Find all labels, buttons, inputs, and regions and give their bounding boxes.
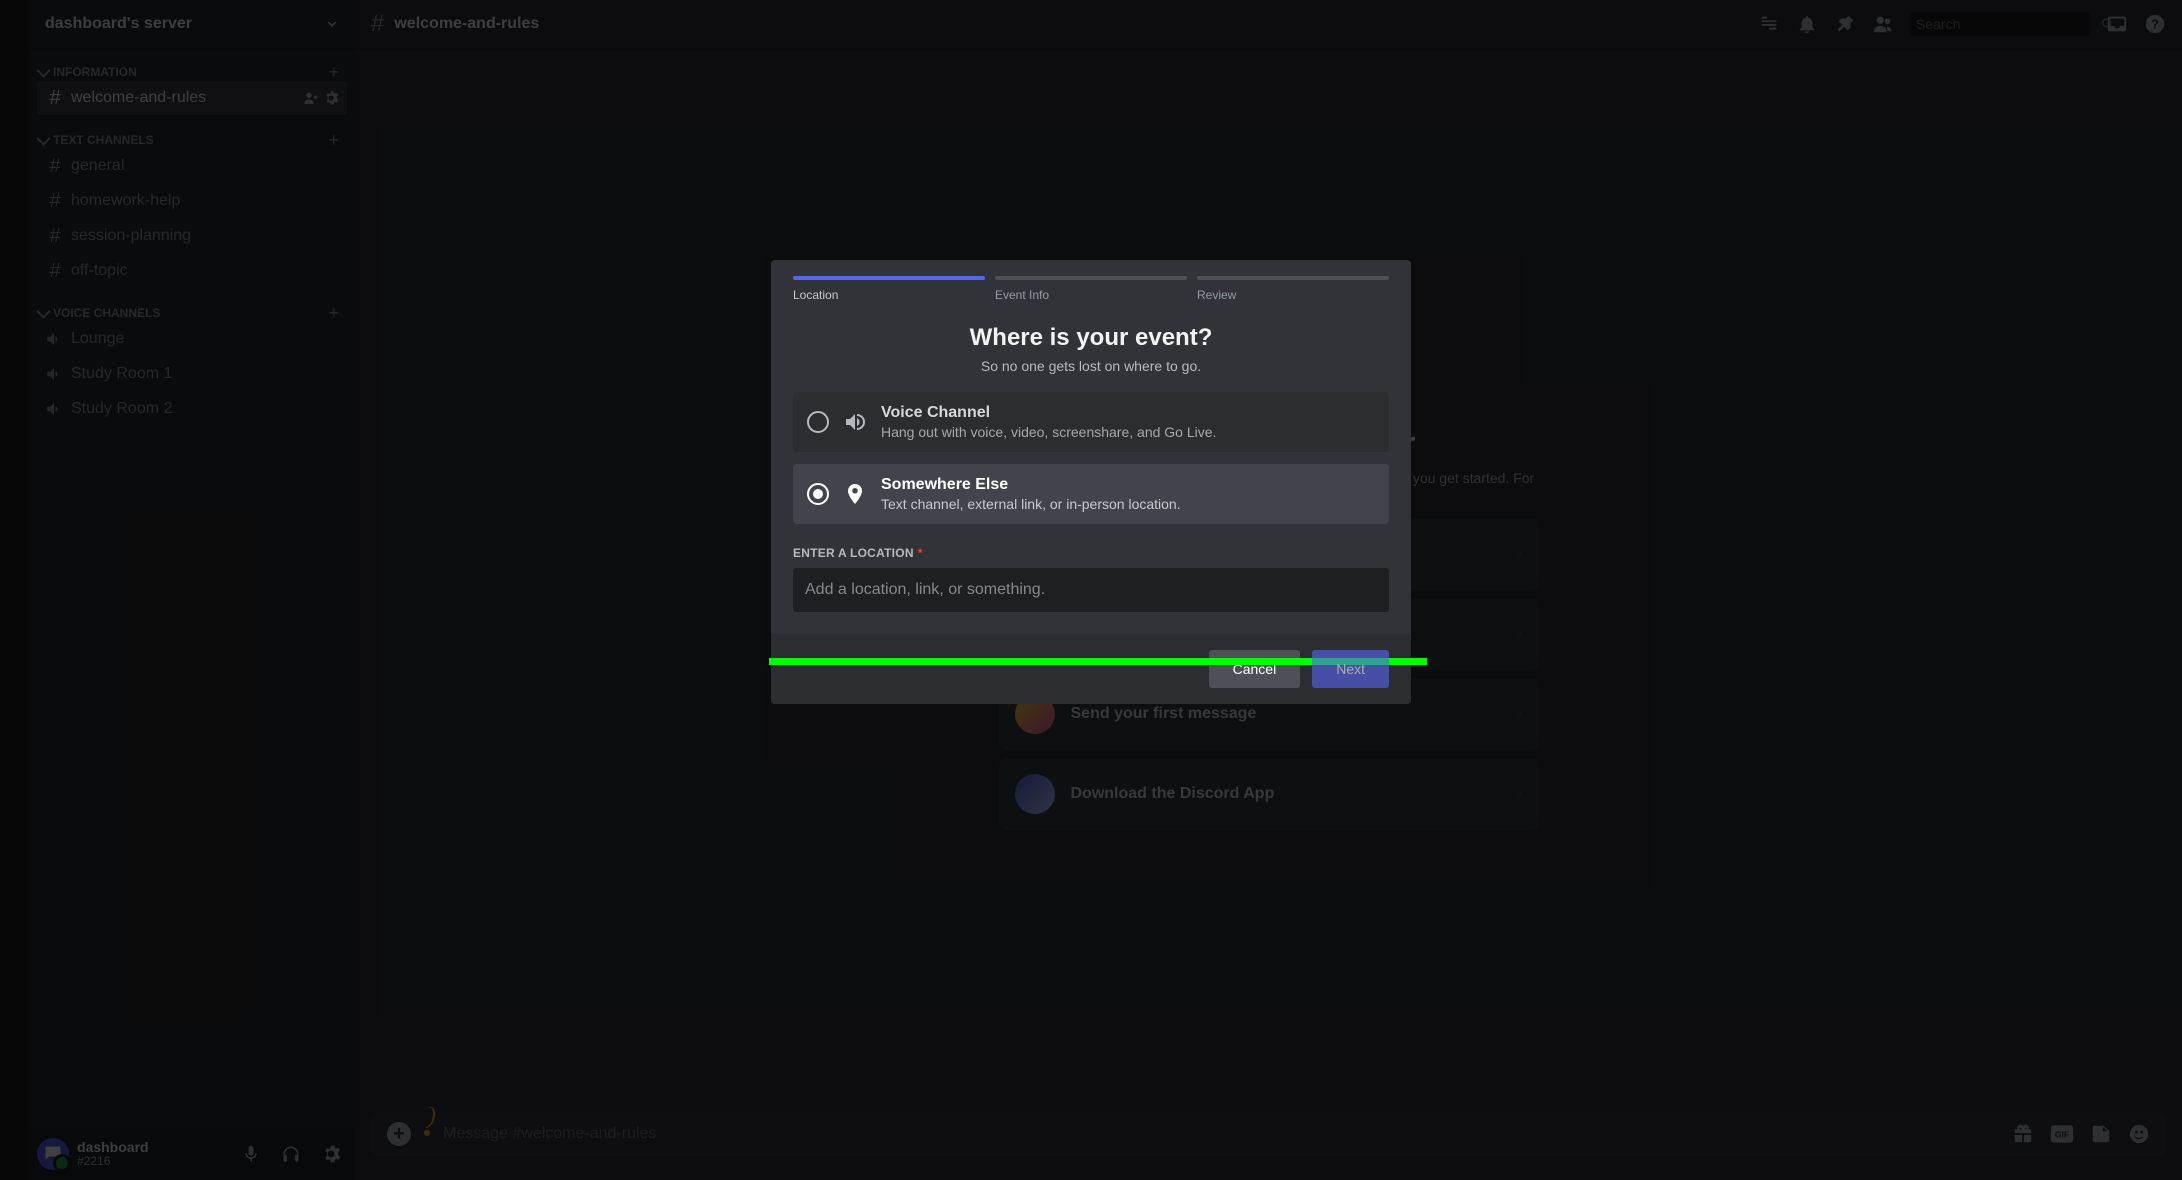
step-event-info: Event Info — [995, 276, 1187, 302]
cancel-button[interactable]: Cancel — [1209, 650, 1301, 688]
step-review: Review — [1197, 276, 1389, 302]
modal-title: Where is your event? — [793, 324, 1389, 352]
speaker-icon — [843, 410, 867, 434]
option-desc: Hang out with voice, video, screenshare,… — [881, 424, 1216, 440]
radio-icon — [807, 411, 829, 433]
modal-overlay[interactable]: Location Event Info Review Where is your… — [0, 0, 2182, 1180]
option-voice-channel[interactable]: Voice Channel Hang out with voice, video… — [793, 392, 1389, 452]
location-input[interactable] — [793, 568, 1389, 612]
next-button[interactable]: Next — [1312, 650, 1389, 688]
radio-icon — [807, 483, 829, 505]
step-location: Location — [793, 276, 985, 302]
step-indicator: Location Event Info Review — [793, 276, 1389, 302]
create-event-modal: Location Event Info Review Where is your… — [771, 260, 1411, 704]
modal-subtitle: So no one gets lost on where to go. — [793, 358, 1389, 374]
location-field-label: Enter a Location* — [793, 546, 1389, 560]
option-title: Somewhere Else — [881, 476, 1181, 494]
location-pin-icon — [843, 482, 867, 506]
modal-footer: Cancel Next — [771, 634, 1411, 704]
option-desc: Text channel, external link, or in-perso… — [881, 496, 1181, 512]
option-somewhere-else[interactable]: Somewhere Else Text channel, external li… — [793, 464, 1389, 524]
option-title: Voice Channel — [881, 404, 1216, 422]
